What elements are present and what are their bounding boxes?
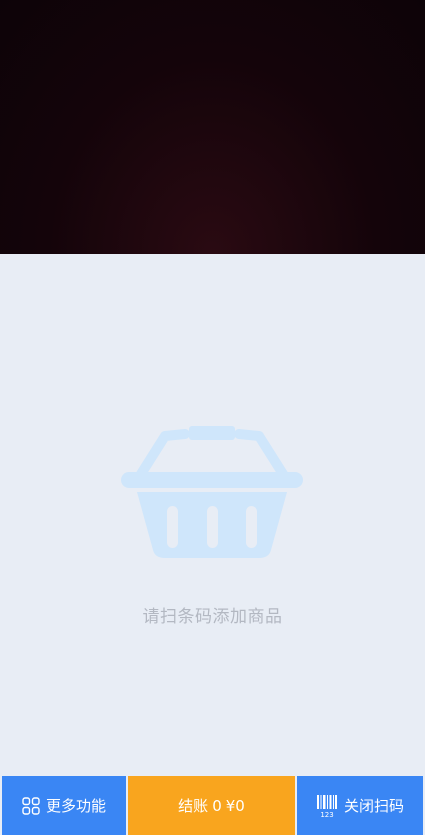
camera-preview	[0, 0, 425, 254]
empty-cart-message: 请扫条码添加商品	[142, 607, 283, 627]
checkout-count: 0	[212, 796, 222, 815]
barcode-icon: 123	[316, 794, 338, 818]
empty-cart-area: 请扫条码添加商品	[0, 254, 425, 776]
bottom-action-bar: 更多功能 结账 0 ¥0 123 关闭扫码	[0, 776, 425, 835]
checkout-amount: ¥0	[225, 796, 245, 815]
grid-four-squares-icon	[22, 796, 40, 815]
checkout-label: 结账	[178, 797, 209, 815]
more-functions-label: 更多功能	[45, 797, 106, 815]
close-scan-label: 关闭扫码	[343, 797, 404, 815]
more-functions-button[interactable]: 更多功能	[2, 776, 126, 835]
close-scan-button[interactable]: 123 关闭扫码	[297, 776, 423, 835]
barcode-digits: 123	[320, 811, 333, 818]
shopping-basket-icon	[121, 426, 303, 558]
checkout-button[interactable]: 结账 0 ¥0	[128, 776, 295, 835]
